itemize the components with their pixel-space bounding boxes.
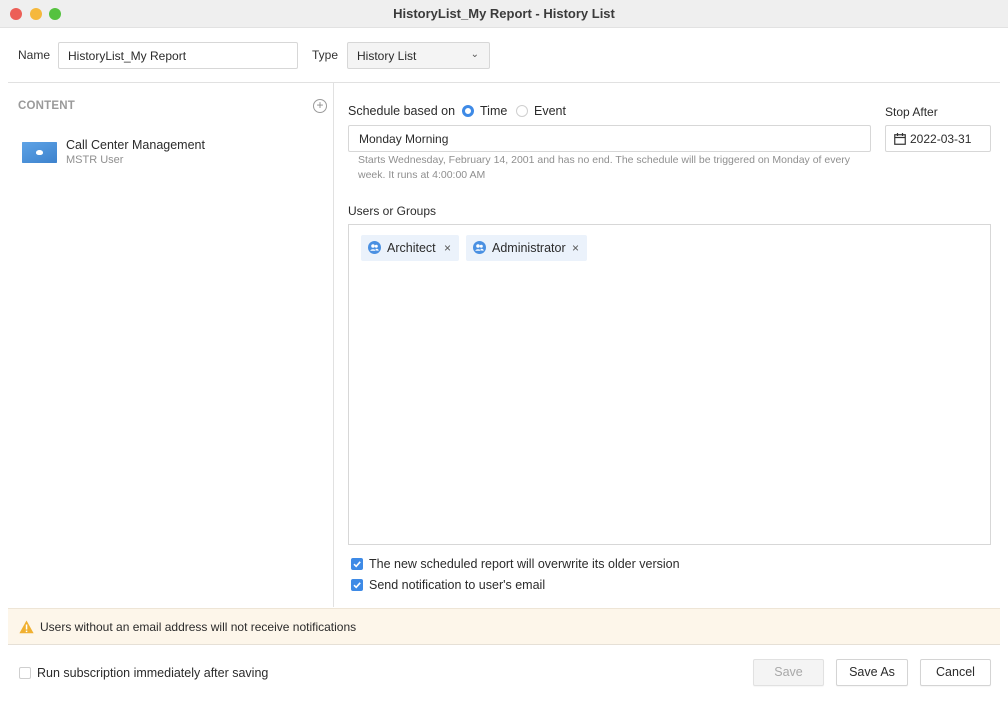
content-item[interactable]: Call Center Management MSTR User xyxy=(22,135,322,169)
name-input[interactable]: HistoryList_My Report xyxy=(58,42,298,69)
type-select-value: History List xyxy=(357,49,417,63)
stop-after-label: Stop After xyxy=(885,105,938,119)
schedule-based-on-label: Schedule based on xyxy=(348,104,456,118)
radio-event-label[interactable]: Event xyxy=(534,104,566,118)
user-chip-label: Administrator xyxy=(492,241,566,255)
name-label: Name xyxy=(18,48,51,62)
run-immediately-label[interactable]: Run subscription immediately after savin… xyxy=(37,666,268,680)
user-chip[interactable]: Architect × xyxy=(361,235,459,261)
content-item-title: Call Center Management xyxy=(66,138,205,152)
radio-time[interactable] xyxy=(462,105,474,117)
warning-banner: Users without an email address will not … xyxy=(8,608,1000,645)
cancel-button[interactable]: Cancel xyxy=(920,659,991,686)
user-group-icon xyxy=(473,241,486,254)
overwrite-checkbox[interactable] xyxy=(351,558,363,570)
overwrite-label[interactable]: The new scheduled report will overwrite … xyxy=(369,557,680,571)
notify-checkbox[interactable] xyxy=(351,579,363,591)
content-item-subtitle: MSTR User xyxy=(66,154,124,166)
notify-label[interactable]: Send notification to user's email xyxy=(369,578,545,592)
window-title: HistoryList_My Report - History List xyxy=(393,6,615,21)
chevron-down-icon: ⌄ xyxy=(470,49,479,60)
user-group-icon xyxy=(368,241,381,254)
warning-text: Users without an email address will not … xyxy=(40,620,357,634)
remove-chip-icon[interactable]: × xyxy=(444,241,451,255)
stop-after-value: 2022-03-31 xyxy=(910,132,972,146)
schedule-description: Starts Wednesday, February 14, 2001 and … xyxy=(358,154,851,181)
save-button[interactable]: Save xyxy=(753,659,824,686)
radio-time-label[interactable]: Time xyxy=(480,104,507,118)
user-chip-label: Architect xyxy=(387,241,436,255)
type-select[interactable]: History List ⌄ xyxy=(347,42,490,69)
remove-chip-icon[interactable]: × xyxy=(572,241,579,255)
add-content-icon[interactable]: + xyxy=(313,99,327,113)
dialog-window: HistoryList_My Report - History List Nam… xyxy=(0,0,1008,703)
radio-event[interactable] xyxy=(516,105,528,117)
run-immediately-checkbox[interactable] xyxy=(19,667,31,679)
warning-icon xyxy=(19,620,34,634)
schedule-input[interactable]: Monday Morning xyxy=(348,125,871,152)
report-thumbnail-icon xyxy=(22,142,57,163)
stop-after-date-input[interactable]: 2022-03-31 xyxy=(885,125,991,152)
content-panel: CONTENT + Call Center Management MSTR Us… xyxy=(8,83,334,607)
content-header: CONTENT xyxy=(18,100,75,112)
users-groups-box[interactable]: Architect × Administrator × xyxy=(348,224,991,545)
user-chip[interactable]: Administrator × xyxy=(466,235,587,261)
type-label: Type xyxy=(312,48,339,62)
check-icon xyxy=(353,582,361,589)
save-as-button[interactable]: Save As xyxy=(836,659,908,686)
check-icon xyxy=(353,561,361,568)
title-bar: HistoryList_My Report - History List xyxy=(0,0,1008,28)
calendar-icon xyxy=(894,133,906,145)
users-groups-label: Users or Groups xyxy=(348,204,437,218)
